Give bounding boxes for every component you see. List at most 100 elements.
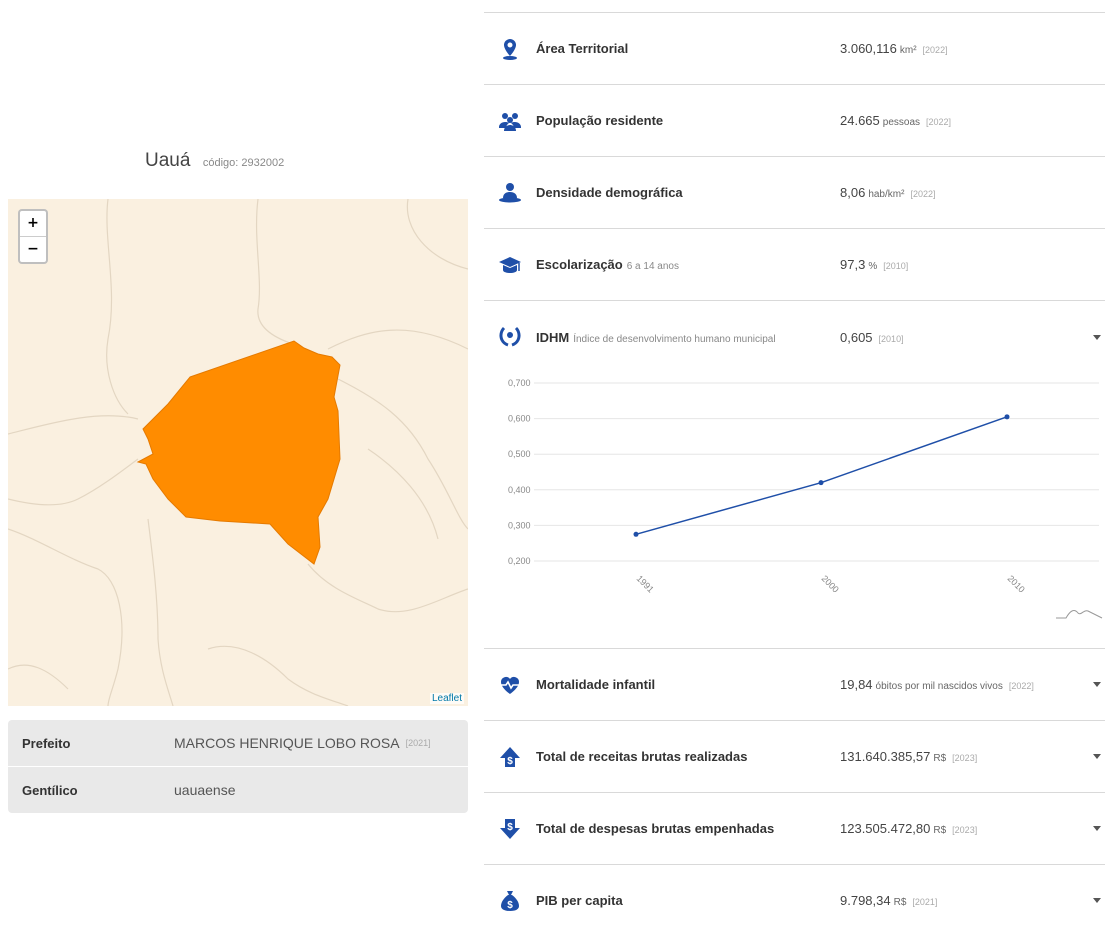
info-value: MARCOS HENRIQUE LOBO ROSA [174,735,400,751]
indicator-label: População residente [536,113,664,128]
value-number: 123.505.472,80 [840,821,931,836]
value-year: [2010] [878,333,904,344]
indicator-row-idhm: IDHM Índice de desenvolvimento humano mun… [484,300,1105,648]
money-down-icon: $ [500,818,520,839]
map-canvas[interactable] [8,199,468,706]
zoom-control: + − [18,209,48,264]
svg-text:$: $ [507,822,513,833]
chevron-down-icon[interactable] [1093,334,1101,340]
data-point[interactable] [1004,414,1010,420]
indicator-value: 8,06 hab/km² [2022] [840,185,935,200]
indicator-row-receitas[interactable]: $ Total de receitas brutas realizadas 13… [484,720,1105,792]
x-tick-label: 2000 [820,573,841,594]
indicator-label: IDHM Índice de desenvolvimento humano mun… [536,330,776,345]
person-icon [499,182,521,202]
heartbeat-icon [501,676,519,694]
value-unit: R$ [893,897,907,908]
value-unit: R$ [933,825,947,836]
zoom-out-button[interactable]: − [20,237,46,262]
series-line [635,416,1008,536]
value-number: 97,3 [840,257,866,272]
chart-type-toggle-icon[interactable] [1056,610,1103,619]
indicator-value: 131.640.385,57 R$ [2023] [840,749,977,764]
indicator-row-densidade: Densidade demográfica 8,06 hab/km² [2022] [484,156,1105,228]
people-icon [499,112,521,131]
value-number: 24.665 [840,113,880,128]
indicator-row-mortalidade[interactable]: Mortalidade infantil 19,84 óbitos por mil… [484,648,1105,720]
data-point[interactable] [818,480,824,486]
chevron-down-icon[interactable] [1093,682,1101,687]
graduation-cap-icon [499,256,521,273]
value-unit: km² [899,45,917,56]
value-unit: hab/km² [868,189,905,200]
svg-text:$: $ [507,900,513,911]
x-tick-label: 1991 [635,573,656,594]
indicator-row-area: Área Territorial 3.060,116 km² [2022] [484,12,1105,84]
chevron-down-icon[interactable] [1093,826,1101,831]
value-number: 0,605 [840,329,873,345]
y-tick-label: 0,500 [508,449,531,459]
map-attribution-link[interactable]: Leaflet [429,693,464,704]
y-tick-label: 0,400 [508,485,531,495]
info-label: Gentílico [22,782,78,798]
zoom-in-button[interactable]: + [20,211,46,237]
indicators-panel: Área Territorial 3.060,116 km² [2022] Popu… [484,12,1105,936]
y-tick-label: 0,200 [508,556,531,566]
label-text: Escolarização [536,257,623,272]
info-value: uauaense [174,782,236,798]
municipality-name: Uauá [145,150,191,171]
chevron-down-icon[interactable] [1093,754,1101,759]
value-year: [2023] [952,825,978,835]
value-year: [2022] [922,45,948,55]
y-tick-label: 0,700 [508,378,531,388]
info-table: Prefeito MARCOS HENRIQUE LOBO ROSA [2021… [8,720,468,813]
label-sub: 6 a 14 anos [626,261,679,272]
value-number: 19,84 [840,677,873,692]
value-unit: R$ [933,753,947,764]
indicator-label: Total de receitas brutas realizadas [536,749,748,764]
municipality-header: Uauá código: 2932002 [145,150,284,172]
value-year: [2022] [926,117,952,127]
indicator-row-escolarizacao: Escolarização 6 a 14 anos 97,3% [2010] [484,228,1105,300]
indicator-value: 19,84 óbitos por mil nascidos vivos [2022] [840,677,1034,692]
indicator-row-pib[interactable]: $ PIB per capita 9.798,34 R$ [2021] [484,864,1105,936]
value-unit: pessoas [882,117,921,128]
info-row-prefeito: Prefeito MARCOS HENRIQUE LOBO ROSA [2021… [8,720,468,767]
idhm-header[interactable]: IDHM Índice de desenvolvimento humano mun… [484,301,1105,373]
municipality-shape[interactable] [136,340,341,565]
map-pin-icon [503,38,517,60]
value-year: [2022] [910,189,936,199]
value-number: 8,06 [840,185,866,200]
x-tick-label: 2010 [1006,573,1027,594]
indicator-value: 0,605 [2010] [840,330,904,345]
indicator-label: Escolarização 6 a 14 anos [536,257,679,272]
municipality-code: código: 2932002 [202,157,285,169]
value-number: 9.798,34 [840,893,891,908]
indicator-row-populacao: População residente 24.665 pessoas [2022] [484,84,1105,156]
indicator-value: 123.505.472,80 R$ [2023] [840,821,977,836]
y-tick-label: 0,300 [508,520,531,530]
indicator-value: 3.060,116 km² [2022] [840,41,948,56]
value-year: [2021] [912,897,938,907]
svg-text:$: $ [507,756,513,767]
chevron-down-icon[interactable] [1093,898,1101,903]
value-number: 3.060,116 [840,41,897,56]
idhm-line-chart: 0,700 0,600 0,500 0,400 0,300 0,200 1991 2000 20… [508,378,1103,619]
indicator-label: PIB per capita [536,893,623,908]
info-row-gentilico: Gentílico uauaense [8,767,468,813]
indicator-value: 9.798,34 R$ [2021] [840,893,937,908]
indicator-label: Densidade demográfica [536,185,683,200]
info-year: [2021] [405,738,431,748]
y-tick-label: 0,600 [508,414,531,424]
data-point[interactable] [633,531,639,537]
money-up-icon: $ [500,746,520,767]
indicator-label: Total de despesas brutas empenhadas [536,821,775,836]
value-year: [2022] [1008,681,1034,691]
value-year: [2023] [952,753,978,763]
indicator-label: Área Territorial [536,41,629,56]
value-year: [2010] [883,261,909,271]
indicator-row-despesas[interactable]: $ Total de despesas brutas empenhadas 12… [484,792,1105,864]
money-bag-icon: $ [501,890,519,911]
label-text: IDHM [536,329,570,345]
municipality-map[interactable]: + − Leaflet [8,199,468,706]
